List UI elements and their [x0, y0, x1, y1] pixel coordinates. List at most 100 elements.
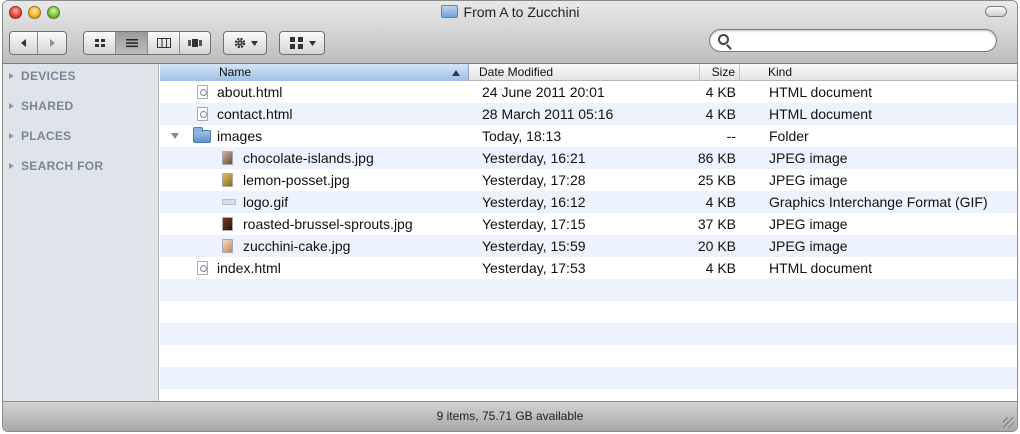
file-kind: JPEG image — [769, 150, 848, 166]
file-size: 20 KB — [697, 238, 736, 254]
view-switcher — [83, 31, 211, 55]
file-size: 4 KB — [705, 84, 736, 100]
sidebar-section-search-for[interactable]: SEARCH FOR — [3, 154, 158, 184]
action-button-inner — [224, 32, 266, 54]
file-size: 25 KB — [697, 172, 736, 188]
file-size: -- — [726, 128, 736, 144]
back-icon — [20, 39, 26, 47]
chevron-down-icon — [250, 40, 258, 46]
empty-row — [160, 279, 1017, 301]
image-file-icon — [222, 151, 233, 165]
forward-button[interactable] — [38, 32, 66, 54]
file-row[interactable]: zucchini-cake.jpg Yesterday, 15:59 20 KB… — [160, 235, 1017, 257]
file-row[interactable]: index.html Yesterday, 17:53 4 KB HTML do… — [160, 257, 1017, 279]
list-header: Name Date Modified Size Kind — [160, 64, 1017, 81]
file-kind: HTML document — [769, 106, 872, 122]
image-file-icon — [222, 217, 233, 231]
file-name: images — [217, 128, 263, 144]
empty-row — [160, 323, 1017, 345]
html-file-icon — [197, 85, 208, 99]
icon-view-button[interactable] — [84, 32, 116, 54]
folder-icon — [193, 127, 211, 143]
disclosure-triangle-icon — [9, 163, 14, 169]
file-row[interactable]: lemon-posset.jpg Yesterday, 17:28 25 KB … — [160, 169, 1017, 191]
file-name: about.html — [217, 84, 283, 100]
file-date: Yesterday, 17:53 — [482, 260, 586, 276]
column-header-label: Size — [711, 65, 735, 79]
sidebar-section-label: PLACES — [21, 129, 72, 143]
file-size: 4 KB — [705, 260, 736, 276]
status-bar: 9 items, 75.71 GB available — [3, 401, 1017, 431]
gif-file-icon — [222, 199, 236, 205]
search-field[interactable] — [709, 29, 997, 52]
file-date: Today, 18:13 — [482, 128, 562, 144]
file-name: logo.gif — [243, 194, 289, 210]
sidebar-section-label: SHARED — [21, 99, 74, 113]
file-name: lemon-posset.jpg — [243, 172, 350, 188]
file-row[interactable]: contact.html 28 March 2011 05:16 4 KB HT… — [160, 103, 1017, 125]
empty-row — [160, 345, 1017, 367]
column-header-label: Kind — [768, 65, 793, 79]
coverflow-view-icon — [188, 39, 202, 47]
file-row[interactable]: chocolate-islands.jpg Yesterday, 16:21 8… — [160, 147, 1017, 169]
file-kind: JPEG image — [769, 216, 848, 232]
toolbar: From A to Zucchini — [3, 1, 1017, 64]
back-button[interactable] — [10, 32, 38, 54]
sidebar-section-shared[interactable]: SHARED — [3, 94, 158, 124]
file-row[interactable]: logo.gif Yesterday, 16:12 4 KB Graphics … — [160, 191, 1017, 213]
file-kind: HTML document — [769, 260, 872, 276]
column-header-label: Name — [219, 65, 252, 79]
file-size: 4 KB — [705, 106, 736, 122]
html-file-icon — [197, 261, 208, 275]
icon-view-icon — [94, 39, 105, 47]
file-row[interactable]: about.html 24 June 2011 20:01 4 KB HTML … — [160, 81, 1017, 103]
action-menu-button[interactable] — [223, 31, 267, 55]
file-name: roasted-brussel-sprouts.jpg — [243, 216, 413, 232]
file-row[interactable]: roasted-brussel-sprouts.jpg Yesterday, 1… — [160, 213, 1017, 235]
resize-grip-icon[interactable] — [1003, 417, 1014, 428]
arrange-icon — [289, 37, 303, 49]
folder-row[interactable]: images Today, 18:13 -- Folder — [160, 125, 1017, 147]
file-kind: JPEG image — [769, 172, 848, 188]
toolbar-toggle-button[interactable] — [985, 6, 1007, 17]
arrange-button-inner — [280, 32, 324, 54]
image-file-icon — [222, 173, 233, 187]
gear-icon — [234, 37, 245, 49]
sidebar-section-places[interactable]: PLACES — [3, 124, 158, 154]
status-text: 9 items, 75.71 GB available — [436, 409, 584, 423]
coverflow-view-button[interactable] — [180, 32, 210, 54]
file-name: contact.html — [217, 106, 293, 122]
column-header-kind[interactable]: Kind — [740, 64, 1017, 81]
column-view-button[interactable] — [148, 32, 180, 54]
file-date: Yesterday, 17:15 — [482, 216, 586, 232]
list-view-icon — [125, 39, 138, 48]
finder-window: From A to Zucchini DEVICES SHARED PLACES… — [2, 0, 1018, 432]
column-header-label: Date Modified — [479, 65, 554, 79]
disclosure-triangle-icon — [9, 133, 14, 139]
empty-row — [160, 301, 1017, 323]
column-view-icon — [156, 38, 171, 48]
column-header-name[interactable]: Name — [160, 64, 469, 81]
sidebar-section-label: SEARCH FOR — [21, 159, 104, 173]
sidebar-section-devices[interactable]: DEVICES — [3, 64, 158, 94]
arrange-menu-button[interactable] — [279, 31, 325, 55]
file-date: Yesterday, 17:28 — [482, 172, 586, 188]
search-input[interactable] — [734, 32, 984, 49]
file-size: 37 KB — [697, 216, 736, 232]
column-header-size[interactable]: Size — [700, 64, 740, 81]
folder-icon — [440, 5, 458, 18]
sidebar: DEVICES SHARED PLACES SEARCH FOR — [3, 64, 159, 402]
nav-buttons — [9, 31, 67, 55]
file-date: Yesterday, 15:59 — [482, 238, 586, 254]
list-view-button[interactable] — [116, 32, 148, 54]
file-kind: HTML document — [769, 84, 872, 100]
disclosure-triangle-expanded-icon[interactable] — [171, 133, 179, 139]
column-header-date[interactable]: Date Modified — [469, 64, 700, 81]
empty-row — [160, 367, 1017, 389]
file-name: index.html — [217, 260, 281, 276]
file-size: 4 KB — [705, 194, 736, 210]
window-title-text: From A to Zucchini — [463, 4, 580, 20]
file-date: Yesterday, 16:21 — [482, 150, 586, 166]
image-file-icon — [222, 239, 233, 253]
sort-ascending-icon — [452, 70, 460, 76]
